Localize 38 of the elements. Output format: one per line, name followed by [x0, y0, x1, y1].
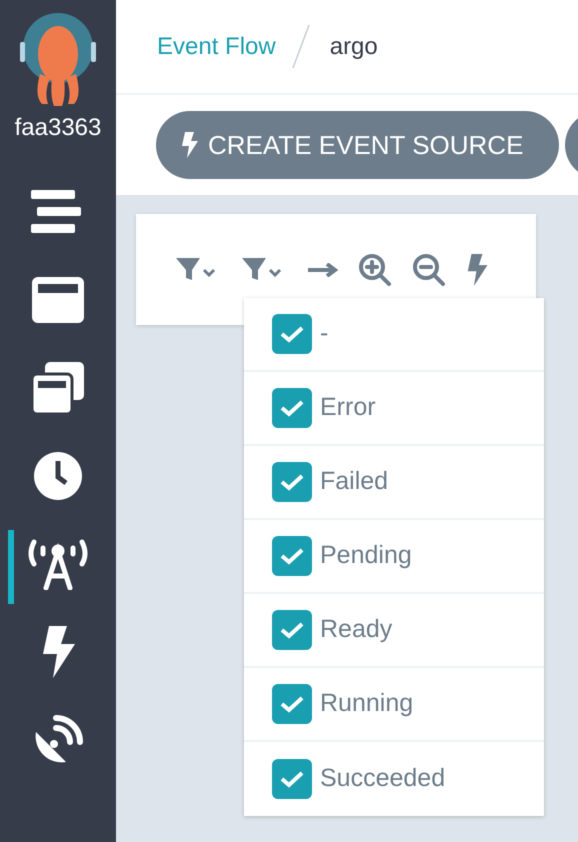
filter-dropdown-icon [242, 258, 282, 282]
option-label: Succeeded [320, 763, 446, 794]
bolt-icon [466, 254, 488, 286]
antenna-icon [26, 538, 90, 590]
windows-icon [32, 362, 84, 414]
option-label: - [320, 318, 328, 350]
checkbox[interactable] [272, 462, 312, 502]
breadcrumb-separator [292, 24, 310, 69]
checkbox[interactable] [272, 536, 312, 576]
checkmark-icon [280, 399, 304, 417]
arrow-right-icon [308, 262, 338, 276]
checkmark-icon [280, 770, 304, 788]
window-icon [32, 277, 84, 323]
checkmark-icon [280, 621, 304, 639]
zoom-in-icon [358, 252, 392, 286]
checkmark-icon [280, 695, 304, 713]
checkbox[interactable] [272, 388, 312, 428]
bolt-icon [181, 131, 198, 159]
checkmark-icon [280, 547, 304, 565]
checkbox[interactable] [272, 684, 312, 724]
bolt-icon [41, 626, 75, 678]
username: faa3363 [14, 113, 102, 143]
option-label: Pending [320, 540, 412, 572]
breadcrumb-link[interactable]: Event Flow [157, 28, 276, 64]
checkbox[interactable] [272, 314, 312, 354]
checkmark-icon [280, 325, 304, 343]
breadcrumb-current: argo [330, 32, 378, 62]
clock-icon [34, 452, 82, 500]
option-label: Error [320, 392, 376, 424]
checkbox[interactable] [272, 610, 312, 650]
option-label: Ready [320, 614, 392, 646]
zoom-out-icon [412, 252, 446, 286]
filter-dropdown-icon [176, 258, 216, 282]
create-event-source-button[interactable]: CREATE EVENT SOURCE [156, 111, 560, 179]
option-label: Failed [320, 466, 388, 498]
checkbox[interactable] [272, 759, 312, 799]
checkmark-icon [280, 473, 304, 491]
option-label: Running [320, 688, 414, 720]
